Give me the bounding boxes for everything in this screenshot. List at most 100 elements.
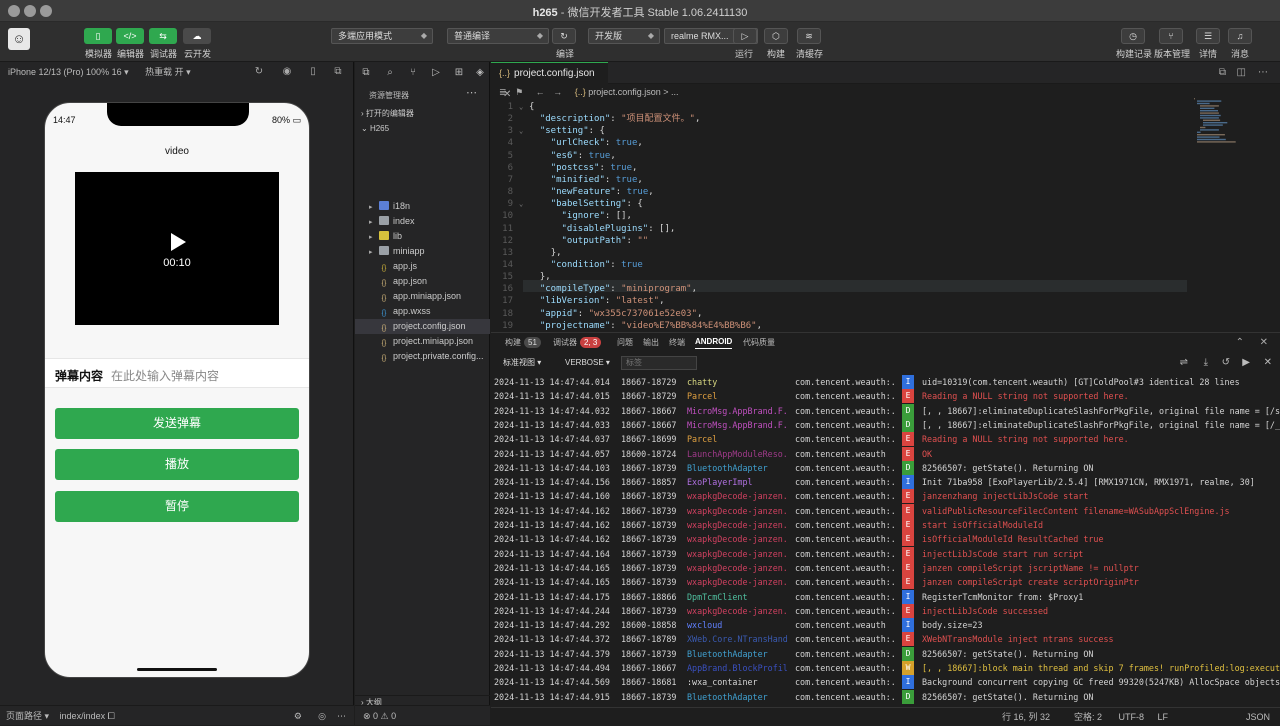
log-row[interactable]: 2024-11-13 14:47:44.16418667-18739wxapkg… (491, 547, 1280, 561)
wrap-icon[interactable]: ⇌ (1180, 357, 1188, 368)
preview-icon[interactable]: ⧉ (1219, 67, 1226, 78)
stop-icon[interactable]: ◉ (281, 66, 293, 78)
phone-icon[interactable]: ▯ (307, 66, 319, 78)
log-row[interactable]: 2024-11-13 14:47:44.29218600-18858wxclou… (491, 618, 1280, 632)
log-row[interactable]: 2024-11-13 14:47:44.91518667-18739Blueto… (491, 690, 1280, 704)
file-tree-item[interactable]: {}app.miniapp.json (355, 289, 490, 304)
play-button[interactable]: 播放 (55, 449, 299, 480)
file-tree-item[interactable]: ▸index (355, 214, 490, 229)
open-editors-section[interactable]: › 打开的编辑器 (355, 107, 490, 121)
split-icon[interactable]: ◫ (1237, 67, 1246, 78)
level-select[interactable]: VERBOSE ▾ (561, 356, 610, 370)
compile-button[interactable]: ↻ (552, 28, 576, 44)
tag-filter-input[interactable]: 标签 (621, 356, 697, 370)
refresh-icon[interactable]: ↻ (253, 66, 265, 78)
log-row[interactable]: 2024-11-13 14:47:44.16018667-18739wxapkg… (491, 489, 1280, 503)
problems-counter[interactable]: ⊗ 0 ⚠ 0 (355, 705, 490, 725)
log-row[interactable]: 2024-11-13 14:47:44.03218667-18667MicroM… (491, 404, 1280, 418)
log-row[interactable]: 2024-11-13 14:47:44.05718600-18724Launch… (491, 447, 1280, 461)
cloud-dev-button[interactable]: ☁ (183, 28, 211, 44)
device-select[interactable]: iPhone 12/13 (Pro) 100% 16 ▾ (8, 67, 129, 77)
panel-tab[interactable]: 终端 (669, 337, 685, 348)
clear-log-icon[interactable]: ✕ (1264, 357, 1272, 368)
log-row[interactable]: 2024-11-13 14:47:44.24418667-18739wxapkg… (491, 604, 1280, 618)
editor-toggle-button[interactable]: </> (116, 28, 144, 44)
log-row[interactable]: 2024-11-13 14:47:44.03318667-18667MicroM… (491, 418, 1280, 432)
send-danmu-button[interactable]: 发送弹幕 (55, 408, 299, 439)
file-tree-item[interactable]: {}project.miniapp.json (355, 334, 490, 349)
version-button[interactable]: ⑂ (1159, 28, 1183, 44)
more-icon[interactable]: ⋯ (466, 86, 477, 99)
log-row[interactable]: 2024-11-13 14:47:44.56918667-18681:wxa_c… (491, 675, 1280, 689)
messages-button[interactable]: ♫ (1228, 28, 1252, 44)
panel-tab[interactable]: 问题 (617, 337, 633, 348)
play-icon[interactable]: ▶ (1242, 357, 1250, 368)
debugger-toggle-button[interactable]: ⇆ (149, 28, 177, 44)
restart-icon[interactable]: ↺ (1222, 357, 1230, 368)
more-icon[interactable]: ⋯ (1258, 67, 1268, 78)
file-tree-item[interactable]: ▸lib (355, 229, 490, 244)
file-tree-item[interactable]: {}project.private.config... (355, 349, 490, 364)
inspect-icon[interactable]: ⚙ (294, 706, 302, 726)
popout-icon[interactable]: ⧉ (332, 66, 344, 78)
avatar[interactable]: ☺ (8, 28, 30, 50)
docker-icon[interactable]: ◈ (474, 67, 486, 79)
log-row[interactable]: 2024-11-13 14:47:44.03718667-18699Parcel… (491, 432, 1280, 446)
log-row[interactable]: 2024-11-13 14:47:44.16218667-18739wxapkg… (491, 518, 1280, 532)
fold-icon[interactable]: ⌄ (519, 125, 529, 137)
bookmark-icon[interactable]: ⚑ (515, 87, 523, 97)
encoding[interactable]: UTF-8 (1119, 708, 1145, 726)
list-icon[interactable]: ≣ (499, 87, 507, 97)
file-tree-item[interactable]: {}app.js (355, 259, 490, 274)
build-button[interactable]: ⬡ (764, 28, 788, 44)
extensions-icon[interactable]: ⊞ (453, 67, 465, 79)
log-row[interactable]: 2024-11-13 14:47:44.16218667-18739wxapkg… (491, 504, 1280, 518)
compile-mode-select[interactable]: 普通编译◆ (447, 28, 549, 44)
cursor-position[interactable]: 行 16, 列 32 (1002, 708, 1050, 726)
scroll-end-icon[interactable]: ⤓ (1204, 357, 1208, 368)
log-row[interactable]: 2024-11-13 14:47:44.15618667-18857ExoPla… (491, 475, 1280, 489)
back-icon[interactable]: ← (536, 87, 545, 97)
copy-icon[interactable]: ⧠ (108, 711, 115, 721)
tab-project-config[interactable]: {..}project.config.json ✕ (491, 62, 608, 84)
more-icon[interactable]: ⋯ (337, 706, 346, 726)
clear-cache-button[interactable]: ≋ (797, 28, 821, 44)
eol[interactable]: LF (1157, 708, 1168, 726)
minimap[interactable] (1192, 96, 1264, 156)
file-tree-item[interactable]: {}app.wxss (355, 304, 490, 319)
search-icon[interactable]: ⌕ (384, 67, 396, 79)
log-row[interactable]: 2024-11-13 14:47:44.10318667-18739Blueto… (491, 461, 1280, 475)
danmu-input[interactable]: 在此处输入弹幕内容 (111, 367, 219, 384)
video-player[interactable]: 00:10 (75, 172, 279, 325)
simulator-toggle-button[interactable]: ▯ (84, 28, 112, 44)
log-row[interactable]: 2024-11-13 14:47:44.16518667-18739wxapkg… (491, 561, 1280, 575)
mode-select[interactable]: 多端应用模式◆ (331, 28, 433, 44)
log-row[interactable]: 2024-11-13 14:47:44.01518667-18729Parcel… (491, 389, 1280, 403)
file-tree-item[interactable]: {}project.config.json (355, 319, 490, 334)
log-row[interactable]: 2024-11-13 14:47:44.17518667-18866DpmTcm… (491, 590, 1280, 604)
play-icon[interactable] (171, 233, 186, 251)
panel-tab[interactable]: 构建51 (505, 337, 541, 348)
debug-icon[interactable]: ▷ (430, 67, 442, 79)
log-row[interactable]: 2024-11-13 14:47:44.37218667-18789XWeb.C… (491, 632, 1280, 646)
build-log-button[interactable]: ◷ (1121, 28, 1145, 44)
file-tree-item[interactable]: ▸i18n (355, 199, 490, 214)
log-row[interactable]: 2024-11-13 14:47:44.16518667-18739wxapkg… (491, 575, 1280, 589)
forward-icon[interactable]: → (553, 87, 562, 97)
panel-tab[interactable]: 调试器2, 3 (553, 337, 601, 348)
view-select[interactable]: 标准视图 ▾ (499, 356, 541, 370)
page-path-select[interactable]: 页面路径 ▾ (6, 711, 49, 721)
panel-tab[interactable]: 代码质量 (743, 337, 775, 348)
log-row[interactable]: 2024-11-13 14:47:44.49418667-18667AppBra… (491, 661, 1280, 675)
details-button[interactable]: ☰ (1196, 28, 1220, 44)
eye-icon[interactable]: ◎ (318, 706, 326, 726)
indent-setting[interactable]: 空格: 2 (1074, 708, 1102, 726)
log-row[interactable]: 2024-11-13 14:47:44.16218667-18739wxapkg… (491, 532, 1280, 546)
pause-button[interactable]: 暂停 (55, 491, 299, 522)
file-tree-item[interactable]: {}app.json (355, 274, 490, 289)
files-icon[interactable]: ⧉ (360, 67, 372, 79)
fold-icon[interactable]: ⌄ (519, 198, 529, 210)
file-tree-item[interactable]: ▸miniapp (355, 244, 490, 259)
language-mode[interactable]: JSON (1246, 708, 1270, 726)
chevron-up-icon[interactable]: ⌃ (1236, 337, 1244, 348)
